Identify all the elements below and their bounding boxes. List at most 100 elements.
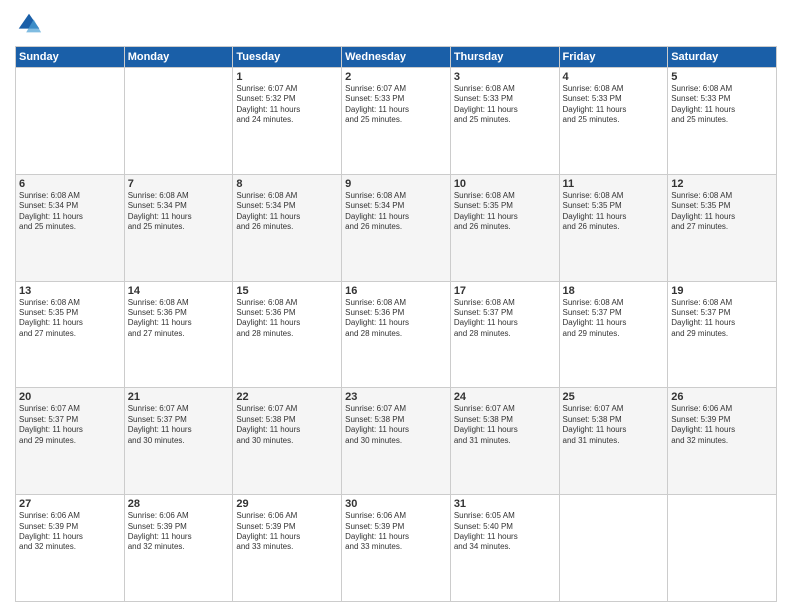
day-info: Sunrise: 6:08 AM Sunset: 5:37 PM Dayligh… [563, 298, 665, 340]
calendar-cell: 2Sunrise: 6:07 AM Sunset: 5:33 PM Daylig… [342, 68, 451, 175]
day-number: 13 [19, 285, 121, 297]
calendar-cell: 20Sunrise: 6:07 AM Sunset: 5:37 PM Dayli… [16, 388, 125, 495]
day-number: 19 [671, 285, 773, 297]
weekday-header-saturday: Saturday [668, 47, 777, 68]
day-info: Sunrise: 6:08 AM Sunset: 5:34 PM Dayligh… [345, 191, 447, 233]
day-number: 3 [454, 71, 556, 83]
calendar-cell: 26Sunrise: 6:06 AM Sunset: 5:39 PM Dayli… [668, 388, 777, 495]
calendar-cell [16, 68, 125, 175]
calendar-cell: 30Sunrise: 6:06 AM Sunset: 5:39 PM Dayli… [342, 495, 451, 602]
day-info: Sunrise: 6:08 AM Sunset: 5:36 PM Dayligh… [128, 298, 230, 340]
calendar-table: SundayMondayTuesdayWednesdayThursdayFrid… [15, 46, 777, 602]
calendar-cell [668, 495, 777, 602]
calendar-week-2: 6Sunrise: 6:08 AM Sunset: 5:34 PM Daylig… [16, 174, 777, 281]
day-number: 15 [236, 285, 338, 297]
calendar-cell [124, 68, 233, 175]
calendar-week-5: 27Sunrise: 6:06 AM Sunset: 5:39 PM Dayli… [16, 495, 777, 602]
day-info: Sunrise: 6:08 AM Sunset: 5:35 PM Dayligh… [454, 191, 556, 233]
calendar-cell: 9Sunrise: 6:08 AM Sunset: 5:34 PM Daylig… [342, 174, 451, 281]
calendar-cell: 7Sunrise: 6:08 AM Sunset: 5:34 PM Daylig… [124, 174, 233, 281]
day-number: 30 [345, 498, 447, 510]
calendar-cell: 12Sunrise: 6:08 AM Sunset: 5:35 PM Dayli… [668, 174, 777, 281]
calendar-cell: 18Sunrise: 6:08 AM Sunset: 5:37 PM Dayli… [559, 281, 668, 388]
calendar-cell: 10Sunrise: 6:08 AM Sunset: 5:35 PM Dayli… [450, 174, 559, 281]
calendar-week-4: 20Sunrise: 6:07 AM Sunset: 5:37 PM Dayli… [16, 388, 777, 495]
day-number: 22 [236, 391, 338, 403]
calendar-cell: 16Sunrise: 6:08 AM Sunset: 5:36 PM Dayli… [342, 281, 451, 388]
day-number: 27 [19, 498, 121, 510]
day-number: 11 [563, 178, 665, 190]
calendar-cell: 1Sunrise: 6:07 AM Sunset: 5:32 PM Daylig… [233, 68, 342, 175]
calendar-cell: 29Sunrise: 6:06 AM Sunset: 5:39 PM Dayli… [233, 495, 342, 602]
day-info: Sunrise: 6:08 AM Sunset: 5:37 PM Dayligh… [671, 298, 773, 340]
day-info: Sunrise: 6:06 AM Sunset: 5:39 PM Dayligh… [19, 511, 121, 553]
day-number: 12 [671, 178, 773, 190]
calendar-cell: 15Sunrise: 6:08 AM Sunset: 5:36 PM Dayli… [233, 281, 342, 388]
day-number: 21 [128, 391, 230, 403]
day-number: 29 [236, 498, 338, 510]
day-number: 20 [19, 391, 121, 403]
day-number: 26 [671, 391, 773, 403]
day-info: Sunrise: 6:07 AM Sunset: 5:33 PM Dayligh… [345, 84, 447, 126]
calendar-cell: 13Sunrise: 6:08 AM Sunset: 5:35 PM Dayli… [16, 281, 125, 388]
day-info: Sunrise: 6:08 AM Sunset: 5:35 PM Dayligh… [671, 191, 773, 233]
day-info: Sunrise: 6:08 AM Sunset: 5:35 PM Dayligh… [19, 298, 121, 340]
day-info: Sunrise: 6:08 AM Sunset: 5:36 PM Dayligh… [345, 298, 447, 340]
day-info: Sunrise: 6:07 AM Sunset: 5:37 PM Dayligh… [128, 404, 230, 446]
calendar-cell: 14Sunrise: 6:08 AM Sunset: 5:36 PM Dayli… [124, 281, 233, 388]
day-number: 4 [563, 71, 665, 83]
calendar-cell: 3Sunrise: 6:08 AM Sunset: 5:33 PM Daylig… [450, 68, 559, 175]
day-number: 28 [128, 498, 230, 510]
calendar-cell: 27Sunrise: 6:06 AM Sunset: 5:39 PM Dayli… [16, 495, 125, 602]
day-number: 6 [19, 178, 121, 190]
calendar-header-row: SundayMondayTuesdayWednesdayThursdayFrid… [16, 47, 777, 68]
calendar-cell: 24Sunrise: 6:07 AM Sunset: 5:38 PM Dayli… [450, 388, 559, 495]
day-number: 16 [345, 285, 447, 297]
weekday-header-thursday: Thursday [450, 47, 559, 68]
calendar-cell: 5Sunrise: 6:08 AM Sunset: 5:33 PM Daylig… [668, 68, 777, 175]
day-info: Sunrise: 6:08 AM Sunset: 5:33 PM Dayligh… [454, 84, 556, 126]
day-info: Sunrise: 6:06 AM Sunset: 5:39 PM Dayligh… [671, 404, 773, 446]
calendar-cell: 11Sunrise: 6:08 AM Sunset: 5:35 PM Dayli… [559, 174, 668, 281]
day-info: Sunrise: 6:08 AM Sunset: 5:35 PM Dayligh… [563, 191, 665, 233]
day-number: 5 [671, 71, 773, 83]
calendar-cell: 19Sunrise: 6:08 AM Sunset: 5:37 PM Dayli… [668, 281, 777, 388]
day-info: Sunrise: 6:08 AM Sunset: 5:34 PM Dayligh… [128, 191, 230, 233]
logo [15, 10, 47, 38]
day-info: Sunrise: 6:08 AM Sunset: 5:37 PM Dayligh… [454, 298, 556, 340]
day-info: Sunrise: 6:08 AM Sunset: 5:36 PM Dayligh… [236, 298, 338, 340]
day-info: Sunrise: 6:07 AM Sunset: 5:32 PM Dayligh… [236, 84, 338, 126]
day-number: 9 [345, 178, 447, 190]
page: SundayMondayTuesdayWednesdayThursdayFrid… [0, 0, 792, 612]
day-info: Sunrise: 6:08 AM Sunset: 5:34 PM Dayligh… [236, 191, 338, 233]
day-number: 1 [236, 71, 338, 83]
day-info: Sunrise: 6:07 AM Sunset: 5:38 PM Dayligh… [563, 404, 665, 446]
day-info: Sunrise: 6:06 AM Sunset: 5:39 PM Dayligh… [345, 511, 447, 553]
weekday-header-tuesday: Tuesday [233, 47, 342, 68]
day-number: 24 [454, 391, 556, 403]
day-info: Sunrise: 6:08 AM Sunset: 5:33 PM Dayligh… [563, 84, 665, 126]
header [15, 10, 777, 38]
day-number: 23 [345, 391, 447, 403]
day-number: 17 [454, 285, 556, 297]
day-number: 10 [454, 178, 556, 190]
day-number: 31 [454, 498, 556, 510]
day-info: Sunrise: 6:08 AM Sunset: 5:34 PM Dayligh… [19, 191, 121, 233]
calendar-week-1: 1Sunrise: 6:07 AM Sunset: 5:32 PM Daylig… [16, 68, 777, 175]
logo-icon [15, 10, 43, 38]
day-number: 2 [345, 71, 447, 83]
calendar-cell: 8Sunrise: 6:08 AM Sunset: 5:34 PM Daylig… [233, 174, 342, 281]
day-info: Sunrise: 6:07 AM Sunset: 5:37 PM Dayligh… [19, 404, 121, 446]
day-number: 14 [128, 285, 230, 297]
day-number: 7 [128, 178, 230, 190]
calendar-cell [559, 495, 668, 602]
day-number: 8 [236, 178, 338, 190]
day-number: 18 [563, 285, 665, 297]
day-info: Sunrise: 6:07 AM Sunset: 5:38 PM Dayligh… [345, 404, 447, 446]
weekday-header-wednesday: Wednesday [342, 47, 451, 68]
calendar-cell: 28Sunrise: 6:06 AM Sunset: 5:39 PM Dayli… [124, 495, 233, 602]
calendar-cell: 25Sunrise: 6:07 AM Sunset: 5:38 PM Dayli… [559, 388, 668, 495]
weekday-header-sunday: Sunday [16, 47, 125, 68]
calendar-cell: 6Sunrise: 6:08 AM Sunset: 5:34 PM Daylig… [16, 174, 125, 281]
calendar-cell: 17Sunrise: 6:08 AM Sunset: 5:37 PM Dayli… [450, 281, 559, 388]
